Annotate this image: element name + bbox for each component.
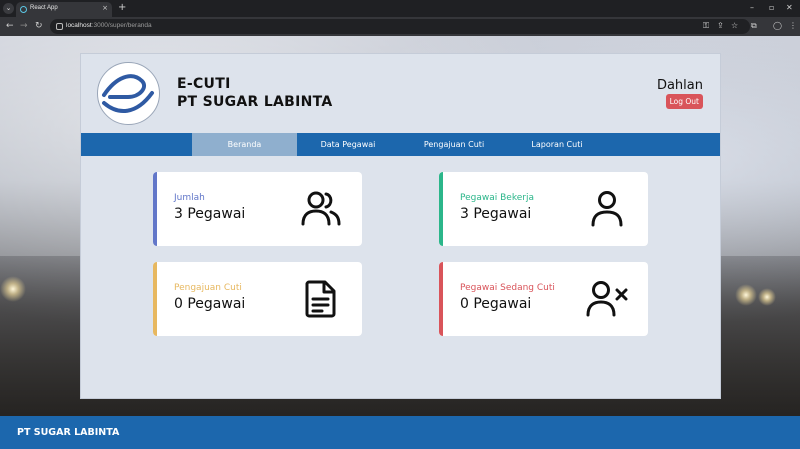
background-light xyxy=(0,276,26,302)
tab-search-menu-button[interactable]: ⌄ xyxy=(3,3,14,14)
profile-icon[interactable]: ◯ xyxy=(773,21,782,31)
browser-tab-bar: ⌄ React App × + – ▫ ✕ xyxy=(0,0,800,17)
footer-company-name: PT SUGAR LABINTA xyxy=(17,427,120,438)
e-logo-icon xyxy=(102,74,154,113)
main-card: E-CUTI PT SUGAR LABINTA Dahlan Log Out B… xyxy=(80,53,721,399)
users-icon xyxy=(301,191,341,226)
main-nav: Beranda Data Pegawai Pengajuan Cuti Lapo… xyxy=(81,133,720,156)
close-window-button[interactable]: ✕ xyxy=(786,2,793,14)
document-icon xyxy=(305,280,336,318)
stat-value: 3 Pegawai xyxy=(174,206,246,222)
url-path: :3000/super/beranda xyxy=(91,22,152,29)
nav-item-pengajuan-cuti[interactable]: Pengajuan Cuti xyxy=(407,133,501,156)
stat-accent-bar xyxy=(153,172,157,246)
user-name: Dahlan xyxy=(656,78,703,93)
tab-title: React App xyxy=(30,5,58,11)
stat-value: 3 Pegawai xyxy=(460,206,532,222)
forward-button[interactable]: → xyxy=(20,20,28,32)
extensions-icon[interactable]: ⧉ xyxy=(751,21,757,31)
maximize-button[interactable]: ▫ xyxy=(769,2,774,14)
stat-card-pegawai-bekerja: Pegawai Bekerja 3 Pegawai xyxy=(439,172,648,246)
user-icon xyxy=(591,191,623,227)
stat-card-pengajuan-cuti: Pengajuan Cuti 0 Pegawai xyxy=(153,262,362,336)
minimize-button[interactable]: – xyxy=(750,2,754,14)
company-logo xyxy=(97,62,160,125)
tab-close-icon[interactable]: × xyxy=(102,4,108,12)
stat-card-pegawai-sedang-cuti: Pegawai Sedang Cuti 0 Pegawai xyxy=(439,262,648,336)
stat-label: Pegawai Sedang Cuti xyxy=(460,283,555,293)
new-tab-button[interactable]: + xyxy=(118,2,126,14)
stat-accent-bar xyxy=(439,172,443,246)
page-footer: PT SUGAR LABINTA xyxy=(0,416,800,449)
browser-address-bar: ← → ↻ localhost:3000/super/beranda ⚿ ⇪ ☆… xyxy=(0,17,800,36)
stat-accent-bar xyxy=(439,262,443,336)
company-name: PT SUGAR LABINTA xyxy=(177,94,333,110)
page-background: E-CUTI PT SUGAR LABINTA Dahlan Log Out B… xyxy=(0,36,800,449)
nav-item-beranda[interactable]: Beranda xyxy=(192,133,297,156)
stat-card-jumlah: Jumlah 3 Pegawai xyxy=(153,172,362,246)
stat-value: 0 Pegawai xyxy=(460,296,532,312)
user-x-icon xyxy=(586,281,628,317)
stat-accent-bar xyxy=(153,262,157,336)
background-light xyxy=(735,284,757,306)
logout-button[interactable]: Log Out xyxy=(665,94,703,109)
stat-label: Pengajuan Cuti xyxy=(174,283,242,293)
share-icon[interactable]: ⇪ xyxy=(717,21,724,31)
url-text: localhost:3000/super/beranda xyxy=(66,22,152,29)
stat-label: Pegawai Bekerja xyxy=(460,193,534,203)
url-host: localhost xyxy=(66,22,92,29)
nav-item-data-pegawai[interactable]: Data Pegawai xyxy=(303,133,393,156)
browser-tab[interactable]: React App × xyxy=(16,2,112,17)
nav-item-laporan-cuti[interactable]: Laporan Cuti xyxy=(511,133,603,156)
app-name: E-CUTI xyxy=(177,76,231,92)
password-key-icon[interactable]: ⚿ xyxy=(703,21,709,31)
stat-value: 0 Pegawai xyxy=(174,296,246,312)
reload-button[interactable]: ↻ xyxy=(35,20,43,32)
browser-menu-icon[interactable]: ⋮ xyxy=(789,21,797,31)
background-light xyxy=(758,288,776,306)
back-button[interactable]: ← xyxy=(6,20,14,32)
site-info-icon[interactable] xyxy=(56,23,63,30)
bookmark-star-icon[interactable]: ☆ xyxy=(731,21,738,31)
stat-label: Jumlah xyxy=(174,193,205,203)
react-favicon-icon xyxy=(20,6,27,13)
url-input[interactable]: localhost:3000/super/beranda xyxy=(50,19,750,34)
